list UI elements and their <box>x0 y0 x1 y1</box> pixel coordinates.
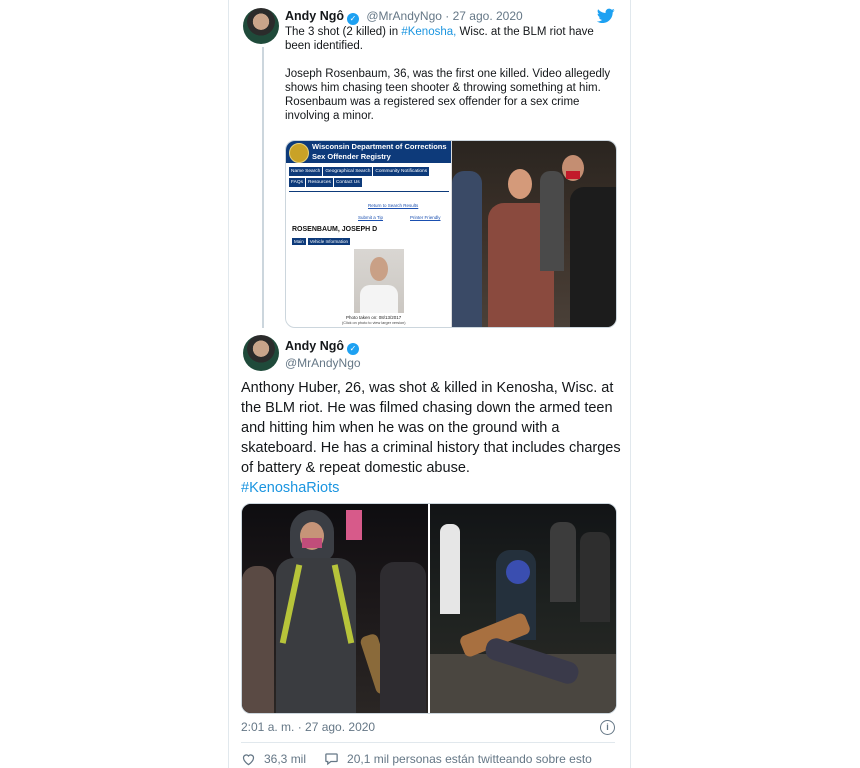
tweet-card: Andy Ngô ✓ @MrAndyNgo · 27 ago. 2020 The … <box>228 0 631 768</box>
registry-tab[interactable]: Main <box>292 238 306 245</box>
talking-count: 20,1 mil personas están twitteando sobre… <box>347 752 592 766</box>
author-handle[interactable]: @MrAndyNgo <box>366 9 442 23</box>
text-segment: The 3 shot (2 killed) in <box>285 26 402 38</box>
author-handle[interactable]: @MrAndyNgo <box>285 356 361 370</box>
heart-icon[interactable] <box>241 752 256 766</box>
registry-nav-item[interactable]: Resources <box>306 178 333 187</box>
author-name[interactable]: Andy Ngô <box>285 9 344 23</box>
registry-tab[interactable]: Vehicle Information <box>307 238 351 245</box>
photo-figure <box>508 169 532 199</box>
printer-friendly-link[interactable]: Printer Friendly <box>410 215 441 220</box>
like-action[interactable]: 36,3 mil <box>241 752 306 766</box>
photo-figure <box>550 522 576 602</box>
quoted-tweet-header: Andy Ngô ✓ @MrAndyNgo · 27 ago. 2020 <box>285 9 523 25</box>
speech-bubble-icon[interactable] <box>324 752 339 766</box>
tweet-date[interactable]: 27 ago. 2020 <box>453 9 523 23</box>
verified-badge-icon: ✓ <box>347 343 360 355</box>
photo-figure <box>302 538 322 548</box>
info-icon[interactable]: i <box>600 720 615 735</box>
photo-figure <box>506 560 530 584</box>
return-link[interactable]: Return to Search Results <box>368 203 418 208</box>
twitter-bird-icon[interactable] <box>597 8 615 24</box>
wisconsin-seal-icon <box>289 143 309 163</box>
registry-header: Wisconsin Department of Corrections Sex … <box>286 141 451 163</box>
person-name: ROSENBAUM, JOSEPH D <box>292 226 378 233</box>
thread-line <box>262 47 264 328</box>
registry-nav: Name Search Geographical Search Community … <box>289 167 435 187</box>
registry-screenshot[interactable]: Wisconsin Department of Corrections Sex … <box>286 141 451 327</box>
separator: · <box>445 9 450 23</box>
submit-tip-link[interactable]: Submit a Tip <box>358 215 383 220</box>
registry-tabs: Main Vehicle Information <box>292 238 351 245</box>
photo-right[interactable] <box>430 504 616 713</box>
registry-nav-item[interactable]: Community Notifications <box>373 167 430 176</box>
photo-figure <box>276 558 356 713</box>
registry-nav-item[interactable]: Contact Us <box>333 178 362 187</box>
photo-figure <box>566 171 580 179</box>
registry-nav-item[interactable]: Name Search <box>289 167 323 176</box>
author-name[interactable]: Andy Ngô <box>285 339 344 353</box>
tweet-body: Anthony Huber, 26, was shot & killed in … <box>241 380 621 476</box>
main-tweet-text: Anthony Huber, 26, was shot & killed in … <box>241 378 621 498</box>
photo-figure <box>346 510 362 540</box>
tweet-actions: 36,3 mil 20,1 mil personas están twittea… <box>241 752 610 766</box>
photo-left[interactable] <box>242 504 428 713</box>
mugshot-head <box>370 257 388 281</box>
photo-figure <box>452 171 482 327</box>
photo-caption: Photo taken on: 08/13/2017 <box>346 315 402 320</box>
photo-figure <box>580 532 610 622</box>
photo-figure <box>242 566 274 713</box>
hashtag-kenosharriots[interactable]: #KenoshaRiots <box>241 478 621 498</box>
avatar[interactable] <box>243 8 279 44</box>
registry-title-2: Sex Offender Registry <box>312 152 391 161</box>
footer-divider <box>241 742 615 743</box>
quoted-tweet-media[interactable]: Wisconsin Department of Corrections Sex … <box>285 140 617 328</box>
mugshot-shirt <box>360 285 398 313</box>
avatar[interactable] <box>243 335 279 371</box>
photo-figure <box>380 562 426 713</box>
photo-figure <box>540 171 564 271</box>
photo-subcaption: (Click on photo to view larger version) <box>342 321 406 325</box>
media-divider <box>428 504 430 713</box>
like-count: 36,3 mil <box>264 752 307 766</box>
hashtag-kenosha[interactable]: #Kenosha, <box>401 26 456 38</box>
photo-figure <box>570 187 616 327</box>
tweet-timestamp[interactable]: 2:01 a. m. · 27 ago. 2020 <box>241 720 375 734</box>
registry-rule <box>289 191 449 192</box>
main-tweet-media[interactable] <box>241 503 617 714</box>
crowd-photo[interactable] <box>452 141 616 327</box>
registry-title-1: Wisconsin Department of Corrections <box>312 142 447 151</box>
tweet-paragraph: Joseph Rosenbaum, 36, was the first one … <box>285 68 611 122</box>
conversation-action[interactable]: 20,1 mil personas están twitteando sobre… <box>324 752 592 766</box>
registry-nav-item[interactable]: Geographical Search <box>323 167 373 176</box>
registry-nav-item[interactable]: FAQs <box>289 178 305 187</box>
main-tweet-author: Andy Ngô ✓ @MrAndyNgo <box>285 339 361 370</box>
mugshot[interactable] <box>354 249 404 313</box>
verified-badge-icon: ✓ <box>347 13 360 25</box>
photo-figure <box>440 524 460 614</box>
quoted-tweet-text: The 3 shot (2 killed) in #Kenosha, Wisc.… <box>285 25 611 137</box>
